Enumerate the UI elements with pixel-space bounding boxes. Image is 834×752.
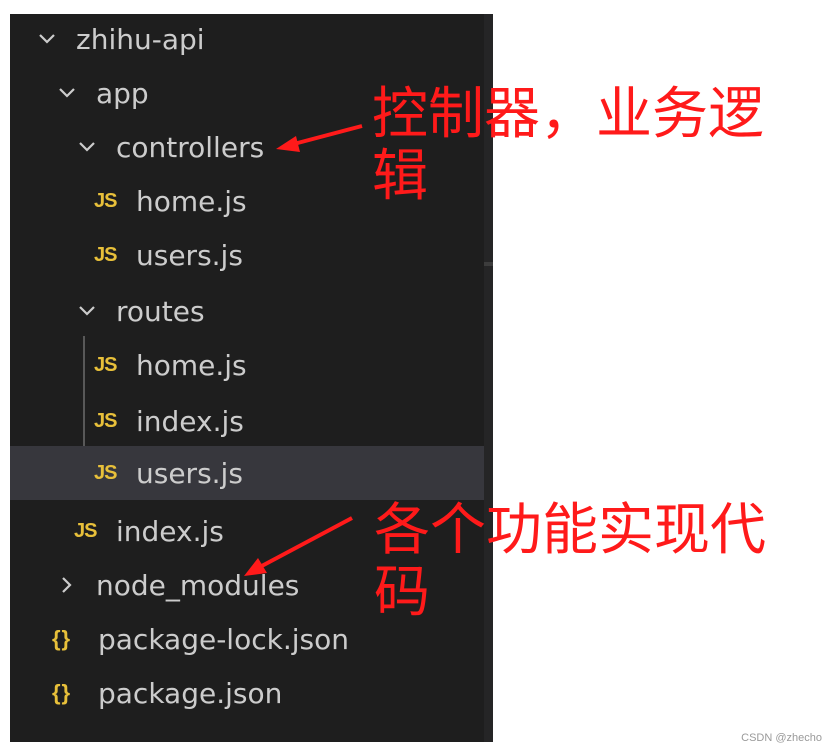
annotation-controllers: 控制器，业务逻 辑	[372, 84, 764, 208]
annotation-app-index-line2: 码	[374, 560, 430, 625]
annotation-app-index: 各个功能实现代 码	[374, 500, 766, 624]
annotation-controllers-line1: 控制器，业务逻	[372, 82, 764, 147]
annotation-controllers-line2: 辑	[372, 144, 428, 209]
arrow-to-app-index	[244, 516, 353, 576]
arrow-to-controllers	[276, 124, 363, 152]
watermark: CSDN @zhecho	[741, 732, 822, 744]
annotation-app-index-line1: 各个功能实现代	[374, 498, 766, 563]
